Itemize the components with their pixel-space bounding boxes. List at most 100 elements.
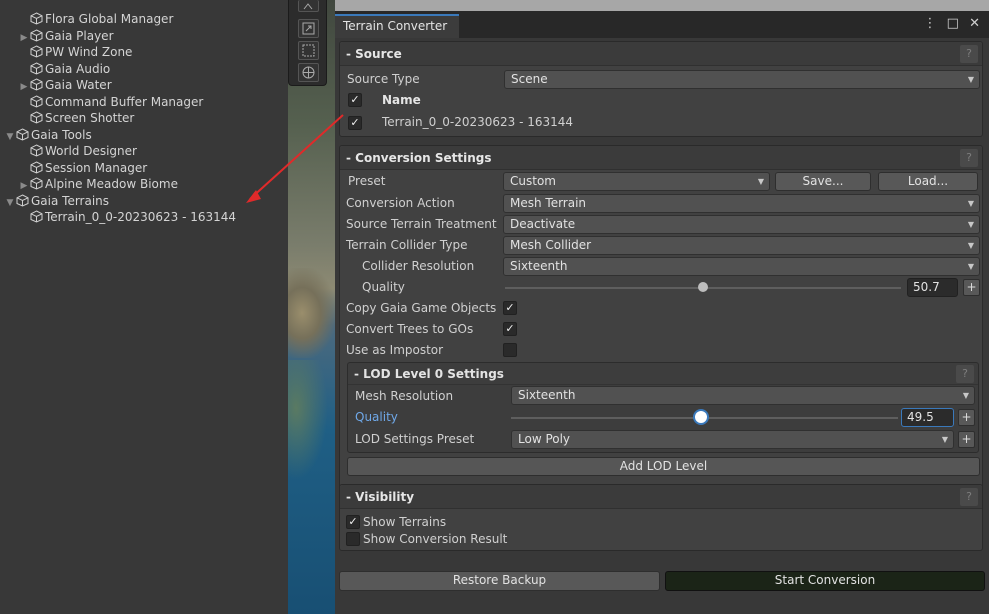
lod-quality-label: Quality — [355, 410, 398, 424]
lod-level-0-title: - LOD Level 0 Settings — [354, 367, 504, 381]
scene-view[interactable] — [288, 0, 335, 614]
hierarchy-item[interactable]: Screen Shotter — [18, 110, 134, 126]
hierarchy-item-label: Gaia Terrains — [31, 193, 110, 208]
check-icon: ✓ — [505, 322, 515, 335]
copy-gos-checkbox[interactable]: ✓ — [503, 301, 517, 315]
hierarchy-item-label: Session Manager — [45, 160, 148, 175]
mesh-resolution-value: Sixteenth — [518, 388, 576, 402]
hierarchy-item[interactable]: PW Wind Zone — [18, 44, 132, 60]
chevron-down-icon: ▼ — [967, 75, 974, 84]
scene-terrain-island — [288, 268, 335, 358]
chevron-down-icon: ▼ — [967, 262, 974, 271]
hierarchy-item-label: Gaia Player — [45, 28, 114, 43]
hierarchy-item[interactable]: ▼ Gaia Tools — [4, 127, 92, 143]
tool-button-move[interactable] — [298, 0, 319, 12]
name-column-header: Name — [382, 93, 421, 107]
source-help-icon[interactable]: ? — [960, 45, 978, 63]
gameobject-cube-icon — [16, 127, 29, 141]
gameobject-cube-icon — [30, 210, 43, 223]
tab-terrain-converter[interactable]: Terrain Converter — [335, 14, 459, 38]
window-tab-bar: Terrain Converter ⋮ □ ✕ — [335, 11, 989, 38]
lod-settings-preset-dropdown[interactable]: Low Poly ▼ — [511, 430, 954, 449]
check-icon: ✓ — [348, 515, 358, 528]
hierarchy-item[interactable]: Flora Global Manager — [18, 11, 173, 27]
hierarchy-item[interactable]: World Designer — [18, 143, 137, 159]
hierarchy-item-label: Screen Shotter — [45, 111, 135, 125]
preset-value: Custom — [510, 174, 556, 188]
start-conversion-button[interactable]: Start Conversion — [665, 571, 985, 591]
convert-trees-label: Convert Trees to GOs — [346, 322, 474, 336]
hierarchy-item-label: Alpine Meadow Biome — [45, 177, 178, 191]
gameobject-cube-icon — [30, 94, 43, 108]
hierarchy-panel: Flora Global Manager ▶ Gaia Player PW Wind … — [0, 0, 288, 614]
collider-quality-label: Quality — [362, 280, 405, 294]
visibility-help-icon[interactable]: ? — [960, 488, 978, 506]
hierarchy-item[interactable]: Terrain_0_0-20230623 - 163144 — [18, 209, 236, 225]
tool-button-rect[interactable] — [298, 41, 319, 60]
save-preset-button[interactable]: Save... — [775, 172, 871, 191]
name-header-checkbox[interactable]: ✓ — [348, 93, 362, 107]
lod-level-0-header[interactable]: - LOD Level 0 Settings ? — [348, 363, 978, 385]
gameobject-cube-icon — [30, 28, 43, 42]
restore-backup-button[interactable]: Restore Backup — [339, 571, 660, 591]
hierarchy-item-label: PW Wind Zone — [45, 45, 133, 59]
lod-preset-plus-button[interactable]: + — [958, 431, 975, 448]
hierarchy-item-label: Gaia Audio — [45, 61, 111, 76]
tool-button-transform[interactable] — [298, 63, 319, 82]
source-section-title: - Source — [346, 47, 402, 61]
lod-quality-slider-thumb[interactable] — [694, 411, 707, 423]
collider-resolution-label: Collider Resolution — [362, 259, 475, 273]
collider-type-dropdown[interactable]: Mesh Collider ▼ — [503, 236, 980, 255]
source-treatment-label: Source Terrain Treatment — [346, 217, 497, 231]
hierarchy-item[interactable]: Session Manager — [18, 160, 147, 176]
conversion-action-dropdown[interactable]: Mesh Terrain ▼ — [503, 194, 980, 213]
show-conversion-result-checkbox[interactable] — [346, 532, 360, 546]
gameobject-cube-icon — [30, 61, 43, 75]
window-controls[interactable]: ⋮ □ ✕ — [924, 16, 983, 31]
preset-label: Preset — [348, 174, 386, 188]
add-lod-level-button[interactable]: Add LOD Level — [347, 457, 980, 476]
check-icon: ✓ — [505, 301, 515, 314]
move-icon — [303, 3, 313, 10]
conversion-settings-header[interactable]: - Conversion Settings ? — [340, 146, 982, 170]
preset-dropdown[interactable]: Custom ▼ — [503, 172, 770, 191]
hierarchy-item[interactable]: Command Buffer Manager — [18, 94, 203, 110]
collider-resolution-dropdown[interactable]: Sixteenth ▼ — [503, 257, 980, 276]
tool-button-scale[interactable] — [298, 19, 319, 38]
hierarchy-item[interactable]: ▶ Alpine Meadow Biome — [18, 176, 178, 192]
convert-trees-checkbox[interactable]: ✓ — [503, 322, 517, 336]
source-type-dropdown[interactable]: Scene ▼ — [504, 70, 980, 89]
visibility-header[interactable]: - Visibility ? — [340, 485, 982, 509]
show-terrains-checkbox[interactable]: ✓ — [346, 515, 360, 529]
lod-settings-preset-value: Low Poly — [518, 432, 571, 446]
gameobject-cube-icon — [16, 193, 29, 207]
conversion-help-icon[interactable]: ? — [960, 149, 978, 167]
source-treatment-dropdown[interactable]: Deactivate ▼ — [503, 215, 980, 234]
lod-quality-input[interactable]: 49.5 — [901, 408, 954, 427]
mesh-resolution-dropdown[interactable]: Sixteenth ▼ — [511, 386, 975, 405]
lod-help-icon[interactable]: ? — [956, 365, 974, 383]
collider-quality-input[interactable]: 50.7 — [907, 278, 958, 297]
source-treatment-value: Deactivate — [510, 217, 576, 231]
lod-quality-plus-button[interactable]: + — [958, 409, 975, 426]
rect-tool-icon — [302, 44, 315, 57]
source-section-header[interactable]: - Source ? — [340, 42, 982, 66]
collider-quality-slider-thumb[interactable] — [698, 282, 708, 292]
load-preset-button[interactable]: Load... — [878, 172, 978, 191]
hierarchy-item[interactable]: ▼ Gaia Terrains — [4, 193, 110, 211]
collider-quality-plus-button[interactable]: + — [963, 279, 980, 296]
hierarchy-item[interactable]: ▶ Gaia Player — [18, 28, 114, 44]
terrain-select-checkbox[interactable]: ✓ — [348, 116, 362, 130]
copy-gos-label: Copy Gaia Game Objects — [346, 301, 497, 315]
hierarchy-item[interactable]: ▶ Gaia Water — [18, 77, 112, 93]
expand-down-icon[interactable]: ▼ — [4, 195, 16, 211]
chevron-down-icon: ▼ — [757, 177, 764, 186]
expand-down-icon[interactable]: ▼ — [4, 129, 16, 145]
hierarchy-item[interactable]: Gaia Audio — [18, 61, 110, 77]
use-impostor-checkbox[interactable] — [503, 343, 517, 357]
hierarchy-item-label: Command Buffer Manager — [45, 94, 204, 109]
window-top-border — [335, 0, 989, 11]
collider-type-label: Terrain Collider Type — [346, 238, 468, 252]
conversion-action-label: Conversion Action — [346, 196, 455, 210]
source-type-value: Scene — [511, 72, 548, 86]
